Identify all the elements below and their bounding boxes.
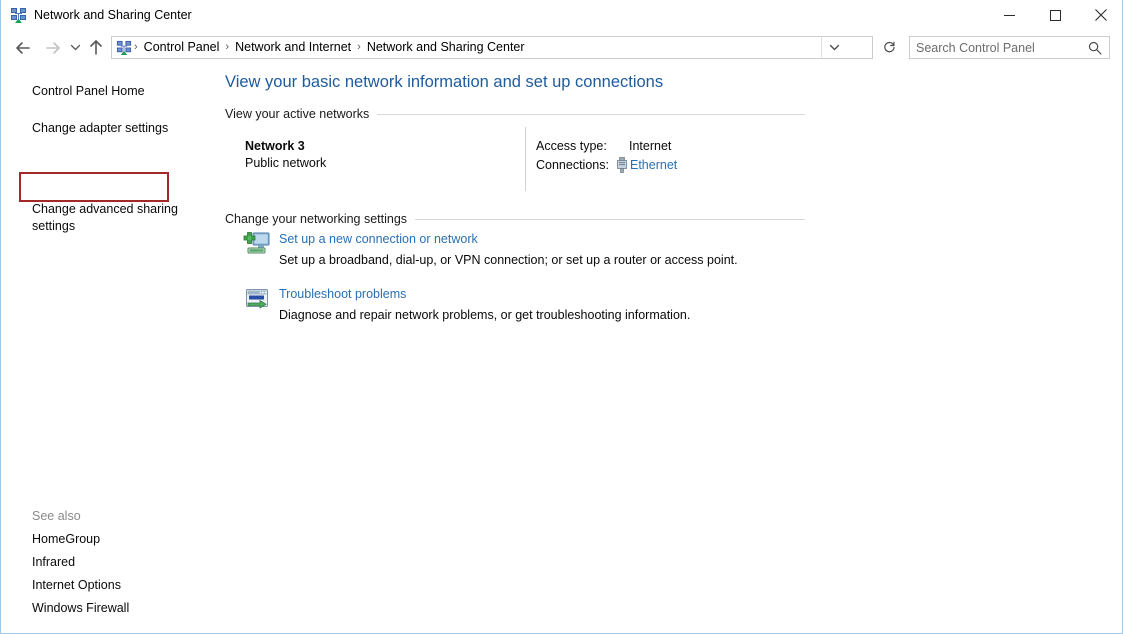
new-connection-icon <box>242 231 272 259</box>
breadcrumb-control-panel[interactable]: Control Panel <box>140 37 224 58</box>
ethernet-plug-icon <box>616 157 628 173</box>
see-also-label: See also <box>32 509 81 523</box>
sidebar-item-change-adapter-settings[interactable]: Change adapter settings <box>32 120 168 136</box>
task-link-set-up-new-connection[interactable]: Set up a new connection or network <box>279 231 478 248</box>
breadcrumb-separator: › <box>357 41 361 53</box>
recent-locations-chevron-icon[interactable] <box>65 31 85 64</box>
network-panel-divider <box>525 127 526 191</box>
task-description-troubleshoot-problems: Diagnose and repair network problems, or… <box>279 308 691 322</box>
breadcrumb-network-and-sharing-center[interactable]: Network and Sharing Center <box>363 37 529 58</box>
see-also-item-infrared[interactable]: Infrared <box>32 554 75 570</box>
see-also-item-homegroup[interactable]: HomeGroup <box>32 531 100 547</box>
connections-label: Connections: <box>536 158 609 172</box>
address-bar[interactable]: › Control Panel › Network and Internet ›… <box>111 36 873 59</box>
main-pane: View your basic network information and … <box>223 64 1122 633</box>
breadcrumb-separator: › <box>225 41 230 53</box>
title-bar: Network and Sharing Center <box>1 0 1122 32</box>
active-network-name: Network 3 <box>245 139 305 153</box>
maximize-button[interactable] <box>1032 0 1078 30</box>
breadcrumb-network-and-internet[interactable]: Network and Internet <box>231 37 355 58</box>
search-icon[interactable] <box>1085 37 1105 58</box>
section-header-active-networks: View your active networks <box>225 106 378 122</box>
search-input[interactable] <box>916 38 1076 57</box>
task-link-troubleshoot-problems[interactable]: Troubleshoot problems <box>279 286 406 303</box>
task-description-set-up-new-connection: Set up a broadband, dial-up, or VPN conn… <box>279 253 738 267</box>
access-type-label: Access type: <box>536 139 607 153</box>
refresh-icon[interactable] <box>877 36 901 59</box>
back-arrow-icon[interactable] <box>7 31 37 64</box>
section-header-networking-settings: Change your networking settings <box>225 211 416 227</box>
sidebar: Control Panel Home Change adapter settin… <box>1 64 223 633</box>
sidebar-item-change-advanced-sharing-settings[interactable]: Change advanced sharing settings <box>32 201 178 235</box>
address-dropdown-chevron-icon[interactable] <box>821 37 846 58</box>
see-also-item-internet-options[interactable]: Internet Options <box>32 577 121 593</box>
navigation-bar: › Control Panel › Network and Internet ›… <box>1 31 1122 64</box>
close-button[interactable] <box>1078 0 1122 30</box>
breadcrumb-separator: › <box>134 41 138 53</box>
network-sharing-icon <box>10 7 27 24</box>
minimize-button[interactable] <box>986 0 1032 30</box>
network-sharing-icon <box>116 40 132 56</box>
see-also-item-windows-firewall[interactable]: Windows Firewall <box>32 600 129 616</box>
troubleshoot-icon <box>242 286 272 314</box>
sidebar-item-control-panel-home[interactable]: Control Panel Home <box>32 83 145 99</box>
search-box[interactable] <box>909 36 1110 59</box>
content-area: Control Panel Home Change adapter settin… <box>1 64 1122 633</box>
access-type-value: Internet <box>629 139 672 153</box>
connection-link-ethernet[interactable]: Ethernet <box>630 157 677 174</box>
window-title: Network and Sharing Center <box>34 8 192 22</box>
highlight-annotation-box <box>19 172 169 202</box>
up-arrow-icon[interactable] <box>83 31 109 64</box>
page-title: View your basic network information and … <box>225 73 664 91</box>
active-network-type: Public network <box>245 156 327 170</box>
network-and-sharing-center-window: Network and Sharing Center › Control Pan… <box>0 0 1123 634</box>
